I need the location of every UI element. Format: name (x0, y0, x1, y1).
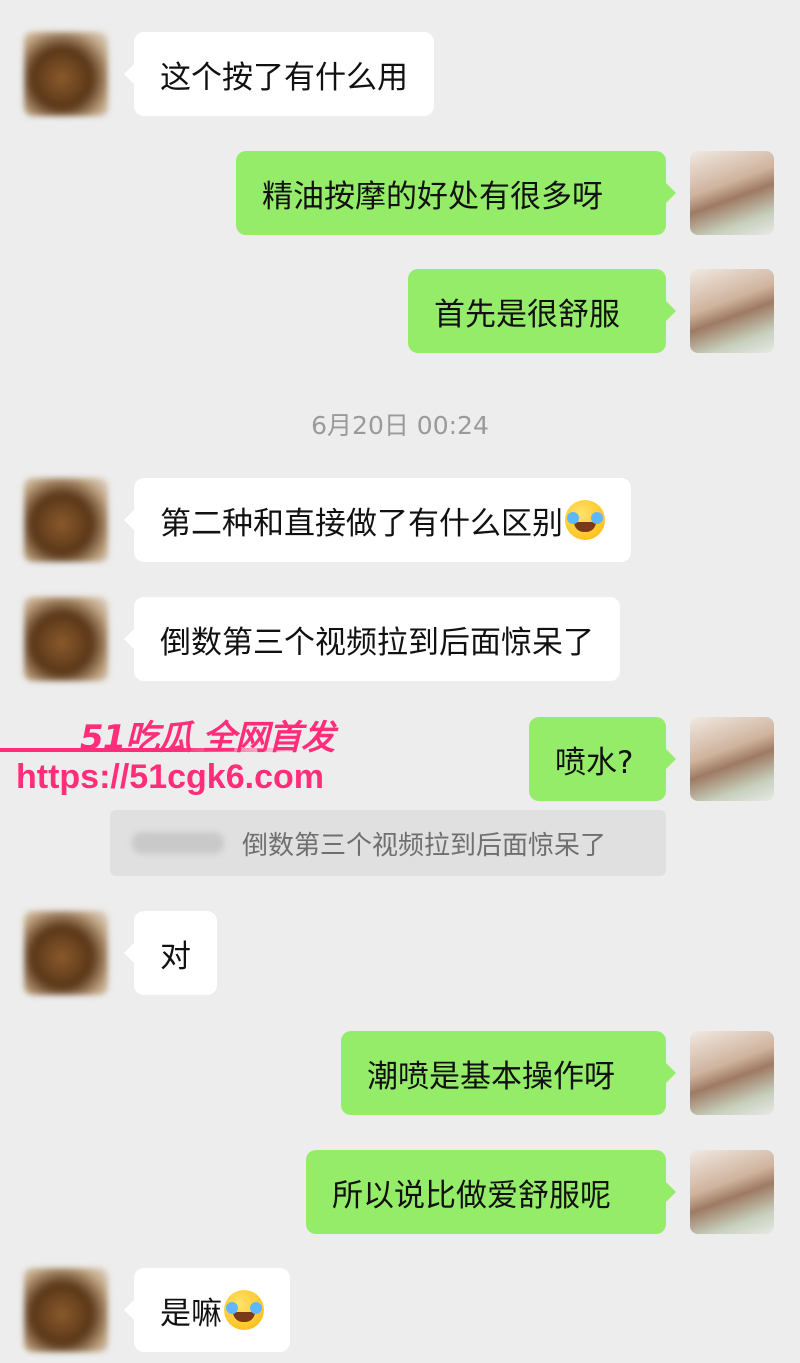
quoted-sender-name (132, 832, 224, 854)
message-text: 首先是很舒服 (434, 296, 620, 333)
quoted-message[interactable]: 倒数第三个视频拉到后面惊呆了 (110, 810, 666, 876)
message-bubble-sent[interactable]: 潮喷是基本操作呀 (341, 1031, 676, 1115)
contact-avatar[interactable] (24, 1268, 108, 1352)
message-text: 喷水? (555, 744, 634, 781)
message-bubble-received[interactable]: 第二种和直接做了有什么区别 (124, 478, 631, 562)
message-text: 倒数第三个视频拉到后面惊呆了 (160, 624, 594, 661)
self-avatar[interactable] (690, 151, 774, 235)
message-bubble-sent[interactable]: 首先是很舒服 (408, 269, 676, 353)
message-bubble-received[interactable]: 对 (124, 911, 217, 995)
message-bubble-received[interactable]: 是嘛 (124, 1268, 290, 1352)
rofl-emoji-icon (565, 500, 605, 540)
message-bubble-received[interactable]: 这个按了有什么用 (124, 32, 434, 116)
message-text: 这个按了有什么用 (160, 59, 408, 96)
message-bubble-sent[interactable]: 精油按摩的好处有很多呀 (236, 151, 676, 235)
watermark-url: https://51cgk6.com (16, 758, 324, 796)
message-bubble-sent[interactable]: 所以说比做爱舒服呢 (306, 1150, 676, 1234)
message-text: 潮喷是基本操作呀 (367, 1058, 615, 1095)
contact-avatar[interactable] (24, 597, 108, 681)
message-bubble-sent[interactable]: 喷水? (529, 717, 676, 801)
message-text: 是嘛 (160, 1295, 222, 1332)
self-avatar[interactable] (690, 1031, 774, 1115)
self-avatar[interactable] (690, 717, 774, 801)
self-avatar[interactable] (690, 269, 774, 353)
watermark-divider (0, 748, 300, 752)
contact-avatar[interactable] (24, 32, 108, 116)
chat-timestamp: 6月20日 00:24 (311, 411, 489, 440)
message-text: 精油按摩的好处有很多呀 (262, 178, 603, 215)
quoted-text: 倒数第三个视频拉到后面惊呆了 (242, 830, 607, 861)
message-text: 第二种和直接做了有什么区别 (160, 505, 563, 542)
message-text: 所以说比做爱舒服呢 (332, 1177, 611, 1214)
contact-avatar[interactable] (24, 911, 108, 995)
message-bubble-received[interactable]: 倒数第三个视频拉到后面惊呆了 (124, 597, 620, 681)
contact-avatar[interactable] (24, 478, 108, 562)
rofl-emoji-icon (224, 1290, 264, 1330)
self-avatar[interactable] (690, 1150, 774, 1234)
message-text: 对 (160, 938, 191, 975)
